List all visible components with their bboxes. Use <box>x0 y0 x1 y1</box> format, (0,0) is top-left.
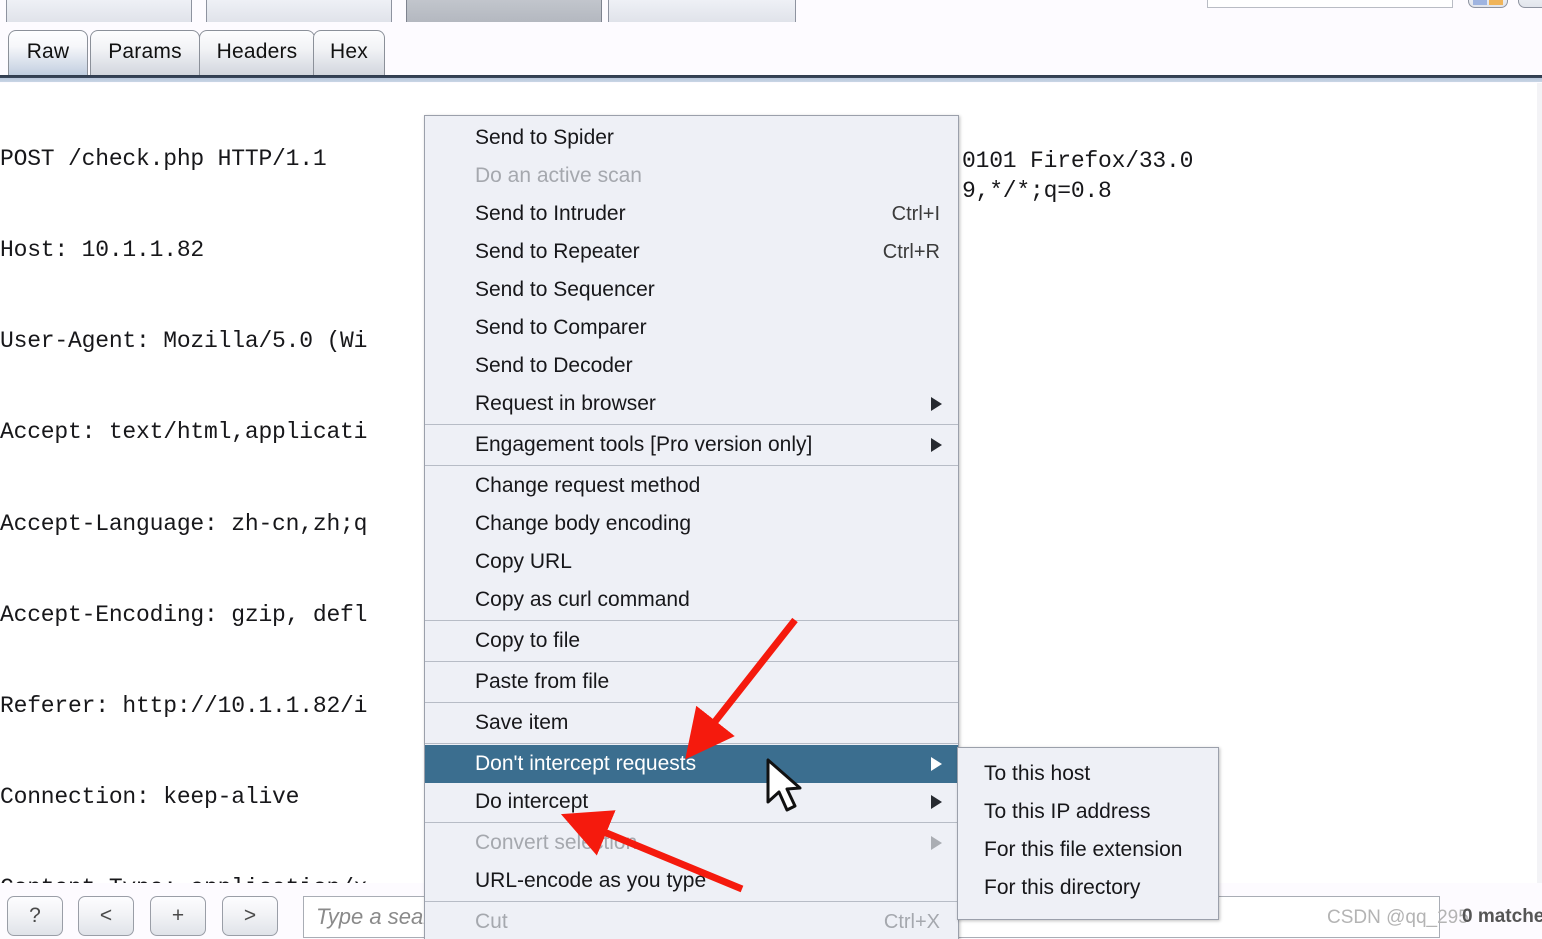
menu-item-send-to-intruder[interactable]: Send to Intruder Ctrl+I <box>425 195 958 233</box>
submenu-item-label: To this host <box>984 762 1091 785</box>
menu-item-send-to-decoder[interactable]: Send to Decoder <box>425 347 958 385</box>
menu-item-label: Send to Sequencer <box>475 278 655 301</box>
csdn-watermark: CSDN @qq_295 <box>1327 907 1469 928</box>
tab-raw[interactable]: Raw <box>8 30 88 75</box>
tab-params[interactable]: Params <box>90 30 200 75</box>
context-menu[interactable]: Send to Spider Do an active scan Send to I… <box>424 115 959 939</box>
help-button[interactable]: ? <box>7 896 63 936</box>
submenu-arrow-icon <box>931 757 942 771</box>
menu-separator <box>425 465 958 466</box>
match-count-watermark: 0 matche <box>1462 906 1542 927</box>
menu-item-label: Do an active scan <box>475 164 642 187</box>
top-toolbar-button-2[interactable] <box>1518 0 1542 8</box>
menu-item-label: Request in browser <box>475 392 656 415</box>
accept-tail-fragment: 9,*/*;q=0.8 <box>962 178 1112 204</box>
menu-item-url-encode-as-you-type[interactable]: URL-encode as you type <box>425 862 958 900</box>
menu-item-do-intercept[interactable]: Do intercept <box>425 783 958 821</box>
next-button[interactable]: > <box>222 896 278 936</box>
menu-item-copy-to-file[interactable]: Copy to file <box>425 622 958 660</box>
menu-item-send-to-spider[interactable]: Send to Spider <box>425 119 958 157</box>
prev-button[interactable]: < <box>78 896 134 936</box>
menu-item-copy-url[interactable]: Copy URL <box>425 543 958 581</box>
menu-item-shortcut: Ctrl+X <box>883 910 940 933</box>
menu-item-label: Do intercept <box>475 790 589 813</box>
tab-hex[interactable]: Hex <box>313 30 385 75</box>
submenu-item-for-this-directory[interactable]: For this directory <box>958 869 1218 907</box>
menu-item-request-in-browser[interactable]: Request in browser <box>425 385 958 423</box>
editor-scroll-edge[interactable] <box>1537 83 1542 883</box>
menu-item-label: Engagement tools [Pro version only] <box>475 433 813 456</box>
submenu-arrow-icon <box>931 438 942 452</box>
top-toolbar-button-1[interactable] <box>1468 0 1508 8</box>
menu-item-cut: Cut Ctrl+X <box>425 903 958 939</box>
menu-item-label: Send to Repeater <box>475 240 640 263</box>
color-swatch-orange-icon <box>1489 0 1503 5</box>
menu-item-label: Send to Intruder <box>475 202 626 225</box>
color-swatch-blue-icon <box>1473 0 1487 5</box>
menu-item-do-an-active-scan: Do an active scan <box>425 157 958 195</box>
menu-item-shortcut: Ctrl+I <box>891 202 940 225</box>
menu-item-send-to-sequencer[interactable]: Send to Sequencer <box>425 271 958 309</box>
submenu-item-to-this-ip-address[interactable]: To this IP address <box>958 793 1218 831</box>
menu-item-label: Save item <box>475 711 569 734</box>
menu-item-label: Change body encoding <box>475 512 692 535</box>
menu-item-paste-from-file[interactable]: Paste from file <box>425 663 958 701</box>
submenu-arrow-icon <box>931 795 942 809</box>
menu-item-label: Copy URL <box>475 550 572 573</box>
menu-item-label: Copy as curl command <box>475 588 690 611</box>
menu-item-label: Send to Spider <box>475 126 614 149</box>
submenu-item-label: To this IP address <box>984 800 1151 823</box>
top-tab-2[interactable] <box>206 0 392 22</box>
top-tab-4[interactable] <box>608 0 796 22</box>
user-agent-tail-fragment: 0101 Firefox/33.0 <box>962 148 1194 174</box>
top-tab-3-selected[interactable] <box>406 0 602 22</box>
submenu-item-label: For this directory <box>984 876 1141 899</box>
submenu-arrow-icon <box>931 397 942 411</box>
menu-separator <box>425 901 958 902</box>
menu-separator <box>425 743 958 744</box>
menu-item-label: Copy to file <box>475 629 581 652</box>
menu-separator <box>425 661 958 662</box>
menu-item-shortcut: Ctrl+R <box>882 240 940 263</box>
menu-item-label: Cut <box>475 910 508 933</box>
menu-item-save-item[interactable]: Save item <box>425 704 958 742</box>
submenu-item-label: For this file extension <box>984 838 1183 861</box>
menu-item-convert-selection: Convert selection <box>425 824 958 862</box>
menu-item-label: Send to Comparer <box>475 316 647 339</box>
menu-item-change-body-encoding[interactable]: Change body encoding <box>425 505 958 543</box>
top-tab-1[interactable] <box>6 0 192 22</box>
submenu-item-to-this-host[interactable]: To this host <box>958 755 1218 793</box>
submenu-arrow-icon <box>931 836 942 850</box>
menu-item-change-request-method[interactable]: Change request method <box>425 467 958 505</box>
top-search-input[interactable] <box>1207 0 1453 8</box>
tabbar-underline <box>0 75 1542 82</box>
menu-separator <box>425 620 958 621</box>
menu-item-label: Change request method <box>475 474 701 497</box>
add-button[interactable]: + <box>150 896 206 936</box>
dont-intercept-requests-submenu[interactable]: To this host To this IP address For this f… <box>957 747 1219 920</box>
top-tool-tabstrip <box>0 0 1542 22</box>
menu-item-label: Convert selection <box>475 831 638 854</box>
menu-item-send-to-repeater[interactable]: Send to Repeater Ctrl+R <box>425 233 958 271</box>
submenu-item-for-this-file-extension[interactable]: For this file extension <box>958 831 1218 869</box>
message-tabbar: Raw Params Headers Hex <box>0 30 1542 78</box>
menu-item-don-t-intercept-requests[interactable]: Don't intercept requests <box>425 745 958 783</box>
menu-item-label: Paste from file <box>475 670 610 693</box>
menu-item-copy-as-curl-command[interactable]: Copy as curl command <box>425 581 958 619</box>
burp-suite-window: Raw Params Headers Hex POST /check.php H… <box>0 0 1542 939</box>
menu-item-label: Send to Decoder <box>475 354 633 377</box>
menu-separator <box>425 702 958 703</box>
menu-item-send-to-comparer[interactable]: Send to Comparer <box>425 309 958 347</box>
tab-headers[interactable]: Headers <box>199 30 315 75</box>
menu-separator <box>425 424 958 425</box>
menu-item-label: URL-encode as you type <box>475 869 707 892</box>
menu-item-label: Don't intercept requests <box>475 752 697 775</box>
menu-separator <box>425 822 958 823</box>
menu-item-engagement-tools-pro-version-only[interactable]: Engagement tools [Pro version only] <box>425 426 958 464</box>
